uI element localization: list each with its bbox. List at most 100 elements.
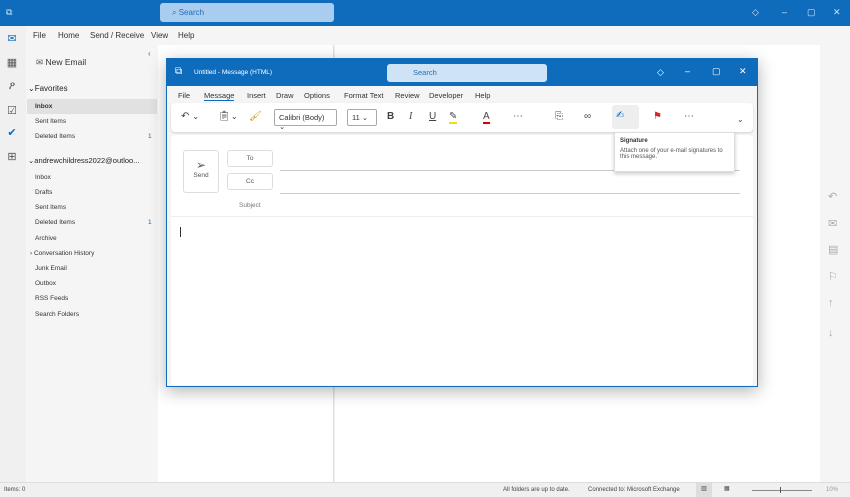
tab-file[interactable]: File [178,91,190,100]
text-cursor [180,227,181,237]
down-icon[interactable]: ↓ [828,327,834,339]
collapse-icon[interactable]: ‹ [148,49,151,58]
paste-icon[interactable]: 📋︎⌄ [218,111,238,122]
sync-status: All folders are up to date. [503,487,570,493]
status-bar: Items: 0 All folders are up to date. Con… [0,482,850,497]
folder-deleted-fav[interactable]: Deleted Items [35,133,75,140]
move-icon[interactable]: ▤ [828,243,838,256]
tab-options[interactable]: Options [304,91,330,100]
folder-rss[interactable]: RSS Feeds [35,295,68,302]
cc-field[interactable] [280,193,740,194]
read-icon[interactable]: ✉ [828,217,837,230]
normal-view-icon[interactable]: ▥ [696,483,712,497]
folder-conversation-history[interactable]: › Conversation History [30,250,94,257]
calendar-icon[interactable]: ▦ [5,56,19,70]
folder-junk[interactable]: Junk Email [35,265,67,272]
compose-title-bar: ⧉ Untitled - Message (HTML) Search ◇ – ▢… [167,59,757,86]
todo-icon[interactable]: ✔ [5,126,19,140]
folder-inbox-fav[interactable]: Inbox [35,103,52,110]
tasks-icon[interactable]: ☑ [5,104,19,118]
undo-icon[interactable]: ↶ [828,190,837,203]
minimize-icon[interactable]: – [685,66,690,76]
close-icon[interactable]: ✕ [739,66,747,77]
zoom-thumb[interactable] [780,487,781,493]
send-button[interactable]: ➢ Send [183,150,219,193]
folder-sent-fav[interactable]: Sent Items [35,118,66,125]
compose-search[interactable]: Search [387,64,547,82]
link-icon[interactable]: ∞ [584,111,591,122]
menu-file[interactable]: File [33,31,46,40]
more-icon[interactable]: ⋯ [684,111,694,122]
signature-icon: ✍︎ [616,110,625,121]
cc-button[interactable]: Cc [227,173,273,190]
account-label: andrewchildress2022@outloo... [34,156,140,165]
font-size-dropdown[interactable]: 11 ⌄ [347,109,377,126]
message-body[interactable]: ➢ Send To Cc Subject [171,135,753,385]
new-email-button[interactable]: ✉ New Email [36,57,86,68]
connection-status: Connected to: Microsoft Exchange [588,487,680,493]
font-dropdown[interactable]: Calibri (Body) ⌄ [274,109,337,131]
app-rail: ✉ ▦ ዖ ☑ ✔ ⊞ [0,26,26,482]
font-color-icon[interactable]: A [483,111,490,124]
apps-icon[interactable]: ⊞ [5,150,19,164]
tab-insert[interactable]: Insert [247,91,266,100]
outlook-icon: ⧉ [175,66,183,77]
expand-ribbon-icon[interactable]: ⌄ [737,115,744,124]
close-icon[interactable]: ✕ [833,7,841,18]
flag-icon[interactable]: ⚐ [828,270,838,283]
items-count: Items: 0 [4,487,26,493]
minimize-icon[interactable]: – [782,7,787,17]
maximize-icon[interactable]: ▢ [807,7,816,18]
diamond-icon[interactable]: ◇ [657,67,664,78]
divider [171,216,753,217]
folder-deleted[interactable]: Deleted Items [35,219,75,226]
menu-home[interactable]: Home [58,31,79,40]
mail-icon[interactable]: ✉ [5,32,19,46]
more-icon[interactable]: ⋯ [513,111,523,122]
tab-review[interactable]: Review [395,91,420,100]
search-placeholder: Search [178,8,205,17]
folder-sent[interactable]: Sent Items [35,204,66,211]
tab-help[interactable]: Help [475,91,490,100]
reading-view-icon[interactable]: ▦ [724,485,730,492]
up-icon[interactable]: ↑ [828,297,834,309]
font-size-value: 11 [352,113,360,122]
unread-count: 1 [148,133,152,140]
highlight-icon[interactable]: ✎ [449,111,458,124]
underline-icon[interactable]: U [429,111,436,122]
folder-outbox[interactable]: Outbox [35,280,56,287]
attach-icon[interactable]: ⎘ [555,111,563,122]
folder-search[interactable]: Search Folders [35,311,79,318]
folder-drafts[interactable]: Drafts [35,189,52,196]
people-icon[interactable]: ዖ [5,80,19,94]
tab-message[interactable]: Message [204,91,235,101]
favorites-header[interactable]: ⌄Favorites [28,84,68,93]
to-button[interactable]: To [227,150,273,167]
bold-icon[interactable]: B [387,111,394,122]
folder-inbox[interactable]: Inbox [35,174,51,181]
favorites-label: Favorites [34,84,68,93]
font-value: Calibri (Body) [279,113,325,122]
search-box[interactable]: ⌕ Search [160,3,334,22]
zoom-slider[interactable] [752,490,812,491]
diamond-icon[interactable]: ◇ [752,7,759,18]
tab-developer[interactable]: Developer [429,91,463,100]
tooltip-text: Attach one of your e-mail signatures to … [620,148,723,160]
undo-icon[interactable]: ↶ ⌄ [181,111,199,122]
format-painter-icon[interactable]: 🖌︎ [249,111,262,122]
menu-send-receive[interactable]: Send / Receive [90,31,144,40]
flag-icon[interactable]: ⚑ [653,111,662,122]
signature-button[interactable]: ✍︎ [612,105,639,129]
send-icon: ➢ [195,158,207,172]
menu-help[interactable]: Help [178,31,194,40]
signature-tooltip: Signature Attach one of your e-mail sign… [614,132,735,172]
folder-archive[interactable]: Archive [35,235,57,242]
italic-icon[interactable]: I [409,111,412,122]
maximize-icon[interactable]: ▢ [712,66,721,77]
send-label: Send [193,172,209,179]
tab-format-text[interactable]: Format Text [344,91,383,100]
menu-bar [26,26,850,45]
tab-draw[interactable]: Draw [276,91,294,100]
account-header[interactable]: ⌄andrewchildress2022@outloo... [28,156,139,165]
menu-view[interactable]: View [151,31,168,40]
